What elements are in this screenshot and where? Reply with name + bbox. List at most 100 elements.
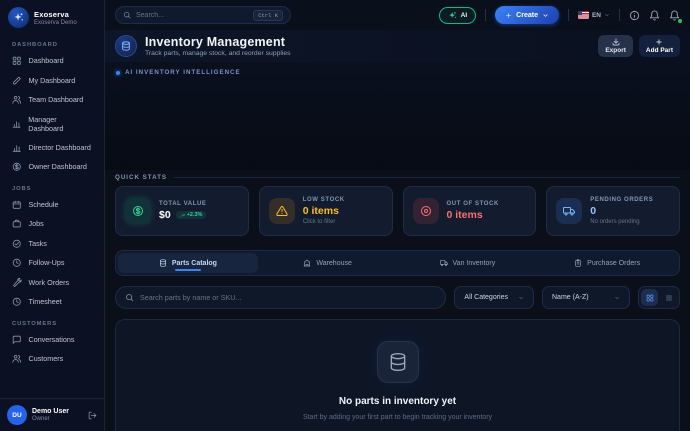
divider — [485, 9, 486, 21]
clipboard-icon — [574, 259, 582, 267]
grid-view-button[interactable] — [641, 289, 658, 306]
stat-value: 0 — [590, 205, 653, 217]
list-view-button[interactable] — [660, 289, 677, 306]
create-button[interactable]: Create — [495, 6, 559, 24]
language-selector[interactable]: EN — [578, 11, 610, 19]
sidebar-item-label: Conversations — [29, 335, 75, 344]
alert-circle-icon — [413, 198, 439, 224]
brand[interactable]: Exoserva Exoserva Demo — [0, 0, 104, 33]
briefcase-icon — [12, 219, 22, 229]
truck-icon — [556, 198, 582, 224]
main-area: Ctrl K AI Create EN — [105, 0, 690, 431]
plus-icon — [655, 38, 663, 46]
divider — [568, 9, 569, 21]
chevron-down-icon — [518, 295, 524, 301]
sidebar-item-owner-dashboard[interactable]: Owner Dashboard — [5, 157, 99, 177]
global-search[interactable]: Ctrl K — [115, 6, 291, 24]
chevron-down-icon — [614, 295, 620, 301]
bar-chart-icon — [12, 119, 21, 129]
export-button[interactable]: Export — [598, 35, 633, 57]
sidebar-item-conversations[interactable]: Conversations — [5, 330, 99, 350]
global-search-input[interactable] — [136, 12, 248, 19]
category-select[interactable]: All Categories — [454, 286, 534, 309]
sidebar-item-jobs[interactable]: Jobs — [5, 214, 99, 234]
tab-warehouse[interactable]: Warehouse — [258, 253, 398, 273]
add-part-button[interactable]: Add Part — [639, 35, 680, 57]
chevron-down-icon — [542, 12, 549, 19]
search-icon — [123, 11, 131, 19]
brand-subtitle: Exoserva Demo — [34, 20, 77, 26]
pulse-dot-icon — [116, 71, 120, 75]
clock-icon — [12, 258, 22, 268]
alerts-button[interactable] — [649, 10, 660, 21]
parts-search-input[interactable] — [140, 293, 436, 302]
sidebar-item-my-dashboard[interactable]: My Dashboard — [5, 71, 99, 91]
sidebar-item-manager-dashboard[interactable]: Manager Dashboard — [5, 110, 99, 138]
sidebar-item-schedule[interactable]: Schedule — [5, 195, 99, 215]
sidebar-item-timesheet[interactable]: Timesheet — [5, 292, 99, 312]
clock-icon — [12, 297, 22, 307]
sidebar-item-dashboard[interactable]: Dashboard — [5, 51, 99, 71]
stat-value: 0 items — [303, 205, 345, 217]
notifications-button[interactable] — [669, 10, 680, 21]
check-circle-icon — [12, 239, 22, 249]
sidebar-item-label: Manager Dashboard — [28, 115, 92, 133]
empty-state-card: No parts in inventory yet Start by addin… — [115, 319, 680, 431]
sidebar-item-label: Tasks — [29, 239, 47, 248]
stat-card-total-value[interactable]: TOTAL VALUE $0 +2.3% — [115, 186, 249, 236]
trend-badge: +2.3% — [176, 211, 207, 219]
help-button[interactable] — [629, 10, 640, 21]
tab-van-inventory[interactable]: Van Inventory — [398, 253, 538, 273]
tab-purchase-orders[interactable]: Purchase Orders — [537, 253, 677, 273]
add-part-button-label: Add Part — [646, 47, 673, 54]
sidebar-item-label: Customers — [29, 354, 64, 363]
ai-assistant-button[interactable]: AI — [439, 7, 477, 24]
pen-icon — [12, 76, 22, 86]
user-role: Owner — [32, 416, 69, 422]
grid-icon — [12, 56, 22, 66]
view-toggle — [638, 286, 680, 309]
plus-icon — [505, 12, 512, 19]
sidebar-item-label: Owner Dashboard — [29, 162, 87, 171]
bell-icon — [649, 10, 660, 21]
tab-parts-catalog[interactable]: Parts Catalog — [118, 253, 258, 273]
sidebar-item-label: Director Dashboard — [29, 143, 91, 152]
warning-triangle-icon — [269, 198, 295, 224]
users-icon — [12, 354, 22, 364]
sidebar-item-follow-ups[interactable]: Follow-Ups — [5, 253, 99, 273]
sort-select[interactable]: Name (A-Z) — [542, 286, 630, 309]
sidebar-item-team-dashboard[interactable]: Team Dashboard — [5, 90, 99, 110]
page-subtitle: Track parts, manage stock, and reorder s… — [145, 50, 291, 57]
empty-state-subtitle: Start by adding your first part to begin… — [303, 414, 492, 421]
nav-section-customers: CUSTOMERS — [12, 321, 92, 327]
sidebar-item-label: Work Orders — [29, 278, 70, 287]
sidebar-item-tasks[interactable]: Tasks — [5, 234, 99, 254]
chat-icon — [12, 335, 22, 345]
sidebar-item-label: Timesheet — [29, 297, 62, 306]
parts-search[interactable] — [115, 286, 446, 309]
language-label: EN — [592, 12, 601, 19]
sidebar-item-work-orders[interactable]: Work Orders — [5, 273, 99, 293]
stat-card-low-stock[interactable]: LOW STOCK 0 items Click to filter — [259, 186, 393, 236]
chevron-down-icon — [604, 12, 610, 18]
sidebar: Exoserva Exoserva Demo DASHBOARD Dashboa… — [0, 0, 105, 431]
logout-button[interactable] — [88, 411, 97, 420]
user-card[interactable]: DU Demo User Owner — [0, 398, 104, 431]
sidebar-nav: DASHBOARD Dashboard My Dashboard Team Da… — [0, 33, 104, 398]
sidebar-item-customers[interactable]: Customers — [5, 349, 99, 369]
stat-hint: Click to filter — [303, 219, 345, 225]
stat-value: 0 items — [447, 209, 499, 221]
nav-section-dashboard: DASHBOARD — [12, 42, 92, 48]
wrench-icon — [12, 278, 22, 288]
dollar-circle-icon — [12, 162, 22, 172]
database-icon — [159, 259, 167, 267]
stat-value: $0 — [159, 209, 171, 221]
list-view-icon — [665, 294, 673, 302]
tab-label: Purchase Orders — [587, 260, 640, 267]
stat-card-out-of-stock[interactable]: OUT OF STOCK 0 items — [403, 186, 537, 236]
category-select-value: All Categories — [464, 294, 508, 301]
sidebar-item-director-dashboard[interactable]: Director Dashboard — [5, 138, 99, 158]
stat-card-pending-orders[interactable]: PENDING ORDERS 0 No orders pending — [546, 186, 680, 236]
tab-label: Parts Catalog — [172, 260, 217, 267]
ai-button-label: AI — [461, 12, 468, 19]
